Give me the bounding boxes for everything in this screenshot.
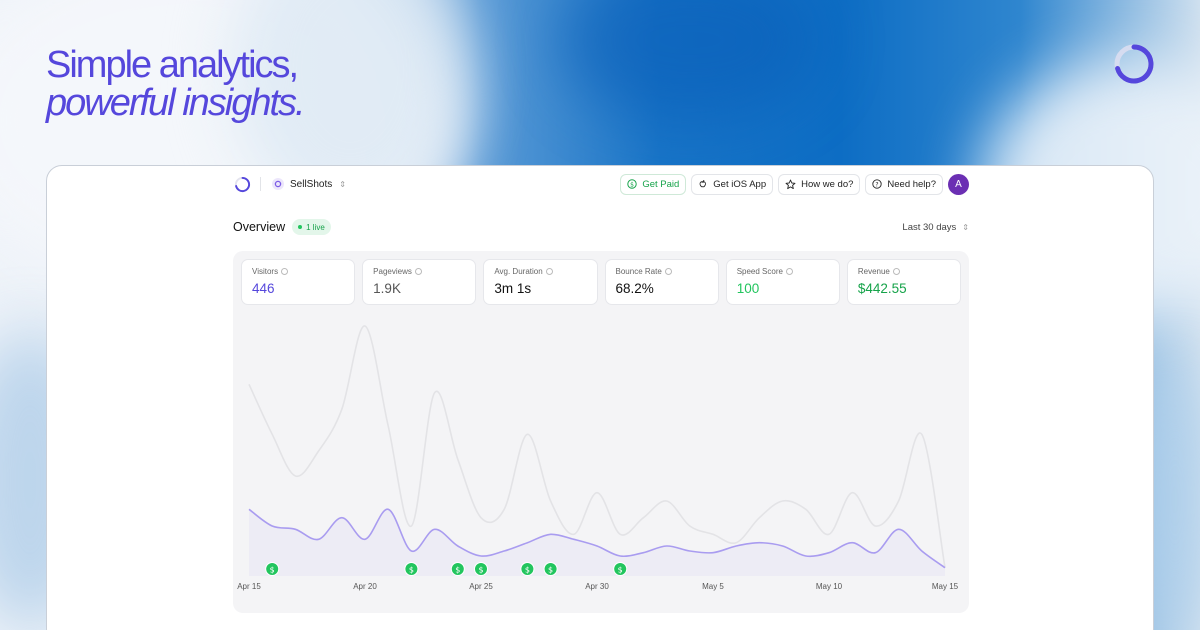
get-ios-app-button[interactable]: Get iOS App	[691, 173, 774, 195]
x-tick-label: May 15	[932, 582, 959, 591]
get-paid-label: Get Paid	[642, 178, 680, 190]
svg-text:$: $	[618, 566, 623, 575]
revenue-marker[interactable]: $	[520, 562, 535, 576]
svg-text:$: $	[270, 566, 275, 575]
top-bar: SellShots ⇕ $ Get Paid Get iOS App How w…	[233, 172, 969, 196]
live-visitors-badge: 1 live	[292, 219, 331, 235]
x-tick-label: Apr 20	[353, 582, 377, 591]
svg-text:?: ?	[876, 181, 879, 188]
revenue-marker[interactable]: $	[450, 562, 465, 576]
need-help-label: Need help?	[887, 178, 936, 190]
x-tick-label: May 10	[816, 582, 843, 591]
overview-title: Overview	[233, 220, 286, 234]
date-range-label: Last 30 days	[902, 221, 957, 233]
live-dot-icon	[298, 225, 303, 229]
app-logo-icon[interactable]	[234, 176, 251, 193]
headline-line-1: Simple analytics,	[46, 44, 299, 86]
visitors-series-area	[249, 509, 945, 576]
site-selector[interactable]: SellShots	[290, 179, 332, 190]
svg-text:$: $	[478, 566, 483, 575]
avatar[interactable]: A	[948, 173, 969, 195]
svg-text:$: $	[455, 566, 460, 575]
revenue-marker[interactable]: $	[265, 562, 280, 576]
headline-line-2: powerful insights.	[46, 82, 306, 124]
dollar-icon: $	[627, 179, 638, 189]
x-tick-label: Apr 30	[585, 582, 609, 591]
dashboard-window: SellShots ⇕ $ Get Paid Get iOS App How w…	[46, 165, 1154, 630]
svg-text:$: $	[630, 181, 634, 188]
chevron-updown-icon: ⇕	[962, 222, 969, 232]
help-icon: ?	[872, 179, 883, 189]
svg-text:$: $	[525, 566, 530, 575]
apple-icon	[699, 179, 707, 188]
site-favicon-icon	[272, 178, 284, 190]
get-paid-button[interactable]: $ Get Paid	[620, 173, 687, 195]
analytics-panel: Visitors 446 Pageviews 1.9K Avg. Duratio…	[233, 251, 969, 613]
revenue-marker[interactable]: $	[404, 562, 419, 576]
revenue-marker[interactable]: $	[474, 562, 488, 576]
live-badge-label: 1 live	[306, 222, 325, 232]
how-we-do-label: How we do?	[801, 178, 854, 190]
star-icon	[785, 179, 796, 189]
overview-header: Overview 1 live Last 30 days ⇕	[233, 218, 969, 236]
traffic-chart[interactable]: $ $ $ $ $ $ $ Apr 15 Apr 20 Apr 25 Apr 30 May 5 May …	[233, 251, 969, 613]
x-tick-label: May 5	[702, 582, 724, 591]
divider	[260, 177, 261, 191]
revenue-marker[interactable]: $	[613, 562, 628, 576]
hero-headline: Simple analytics, powerful insights.	[46, 44, 306, 124]
chevron-updown-icon[interactable]: ⇕	[339, 180, 346, 189]
svg-text:$: $	[548, 566, 553, 575]
x-tick-label: Apr 15	[237, 582, 261, 591]
how-we-do-button[interactable]: How we do?	[778, 173, 861, 195]
x-tick-label: Apr 25	[469, 582, 493, 591]
date-range-selector[interactable]: Last 30 days ⇕	[902, 222, 969, 233]
get-ios-app-label: Get iOS App	[713, 178, 767, 190]
need-help-button[interactable]: ? Need help?	[865, 173, 943, 195]
svg-text:$: $	[409, 566, 414, 575]
revenue-marker[interactable]: $	[543, 562, 558, 576]
brand-logo-icon	[1114, 44, 1154, 84]
